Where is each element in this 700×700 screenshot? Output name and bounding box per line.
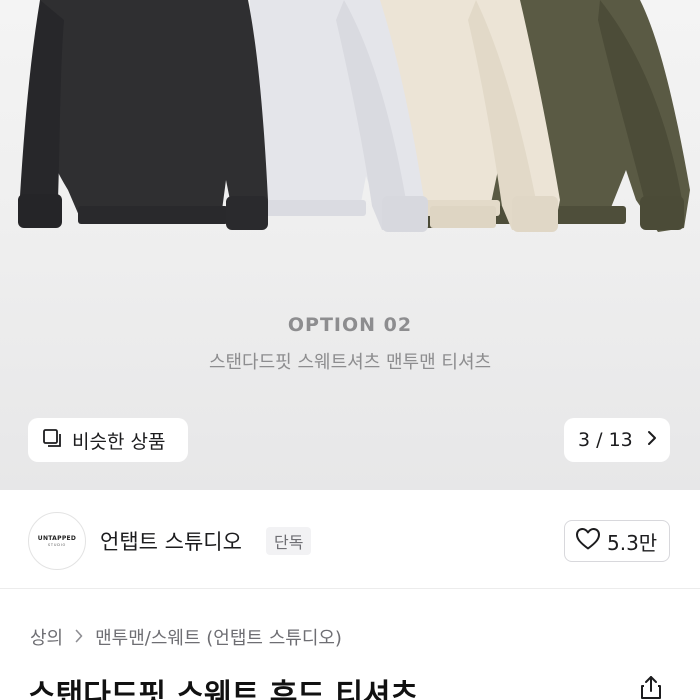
chevron-right-icon [75, 628, 83, 647]
option-title: OPTION 02 [287, 314, 413, 336]
product-image-carousel[interactable]: OPTION 02 스탠다드핏 스웨트셔츠 맨투맨 티셔츠 비슷한 상품 3 /… [0, 0, 700, 490]
section-divider [0, 588, 700, 589]
brand-logo-text: UNTAPPED [37, 535, 77, 542]
share-icon[interactable] [638, 674, 664, 700]
similar-products-label: 비슷한 상품 [72, 430, 166, 453]
breadcrumb-item-category[interactable]: 상의 [30, 624, 63, 650]
breadcrumb-item-subcategory[interactable]: 맨투맨/스웨트 (언탭트 스튜디오) [95, 624, 342, 650]
option-subtitle: 스탠다드핏 스웨트셔츠 맨투맨 티셔츠 [208, 352, 492, 373]
product-photo [18, 0, 690, 232]
brand-like-button[interactable]: 5.3만 [564, 520, 670, 562]
similar-products-button[interactable]: 비슷한 상품 [28, 418, 188, 462]
brand-logo-subtext: STUDIO [47, 543, 67, 547]
like-count: 5.3만 [607, 530, 658, 555]
product-title: 스탠다드핏 스웨트 후드 티셔츠 [28, 678, 419, 700]
chevron-right-icon [647, 429, 657, 451]
image-counter: 3 / 13 [578, 429, 633, 451]
brand-row[interactable]: UNTAPPED STUDIO 언탭트 스튜디오 단독 5.3만 [0, 490, 700, 590]
image-counter-button[interactable]: 3 / 13 [564, 418, 670, 462]
brand-name[interactable]: 언탭트 스튜디오 [100, 526, 242, 556]
similar-items-icon [42, 428, 62, 453]
charcoal-sweatshirt [18, 0, 268, 230]
exclusive-badge: 단독 [266, 527, 312, 555]
breadcrumb: 상의 맨투맨/스웨트 (언탭트 스튜디오) [30, 624, 342, 650]
brand-logo[interactable]: UNTAPPED STUDIO [28, 512, 86, 570]
heart-outline-icon [575, 527, 601, 556]
